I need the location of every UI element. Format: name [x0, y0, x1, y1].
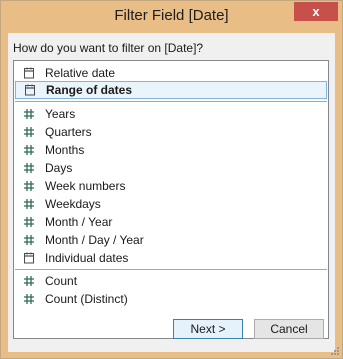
list-item-count-distinct[interactable]: Count (Distinct)	[15, 290, 327, 308]
list-item-weekdays[interactable]: Weekdays	[15, 195, 327, 213]
hash-icon	[23, 234, 35, 246]
filter-type-list[interactable]: Relative date Range of dates Years Quart…	[13, 60, 329, 339]
hash-icon	[23, 275, 35, 287]
list-item-label: Count	[45, 274, 78, 288]
hash-icon	[23, 293, 35, 305]
calendar-icon	[23, 67, 35, 79]
list-item-individual-dates[interactable]: Individual dates	[15, 249, 327, 267]
dialog-window: Filter Field [Date] x How do you want to…	[0, 0, 343, 359]
resize-grip-icon[interactable]	[330, 346, 340, 356]
hash-icon	[23, 198, 35, 210]
list-item-label: Month / Year	[45, 215, 113, 229]
list-item-label: Days	[45, 161, 73, 175]
dialog-body: How do you want to filter on [Date]? Rel…	[8, 33, 335, 352]
filter-prompt: How do you want to filter on [Date]?	[13, 41, 204, 55]
list-item-week-numbers[interactable]: Week numbers	[15, 177, 327, 195]
list-item-days[interactable]: Days	[15, 159, 327, 177]
list-item-label: Range of dates	[46, 83, 133, 97]
calendar-icon	[23, 252, 35, 264]
hash-icon	[23, 162, 35, 174]
list-item-label: Relative date	[45, 66, 116, 80]
next-button[interactable]: Next >	[173, 319, 243, 339]
hash-icon	[23, 108, 35, 120]
hash-icon	[23, 216, 35, 228]
calendar-icon	[24, 84, 36, 96]
list-item-label: Month / Day / Year	[45, 233, 144, 247]
list-item-label: Quarters	[45, 125, 92, 139]
list-item-label: Years	[45, 107, 76, 121]
list-item-label: Individual dates	[45, 251, 129, 265]
list-item-years[interactable]: Years	[15, 105, 327, 123]
hash-icon	[23, 126, 35, 138]
dialog-title: Filter Field [Date]	[114, 7, 229, 24]
list-item-quarters[interactable]: Quarters	[15, 123, 327, 141]
list-item-month-year[interactable]: Month / Year	[15, 213, 327, 231]
list-item-label: Weekdays	[45, 197, 101, 211]
list-item-label: Week numbers	[45, 179, 126, 193]
list-item-count[interactable]: Count	[15, 272, 327, 290]
list-item-months[interactable]: Months	[15, 141, 327, 159]
list-item-relative-date[interactable]: Relative date	[15, 64, 327, 82]
list-item-label: Count (Distinct)	[45, 292, 128, 306]
title-bar[interactable]: Filter Field [Date] x	[1, 1, 342, 33]
list-separator	[15, 101, 327, 102]
cancel-button[interactable]: Cancel	[254, 319, 324, 339]
list-item-label: Months	[45, 143, 85, 157]
hash-icon	[23, 144, 35, 156]
list-item-range-of-dates[interactable]: Range of dates	[15, 81, 327, 99]
list-item-month-day-year[interactable]: Month / Day / Year	[15, 231, 327, 249]
close-button[interactable]: x	[294, 2, 338, 21]
list-separator	[15, 269, 327, 270]
hash-icon	[23, 180, 35, 192]
